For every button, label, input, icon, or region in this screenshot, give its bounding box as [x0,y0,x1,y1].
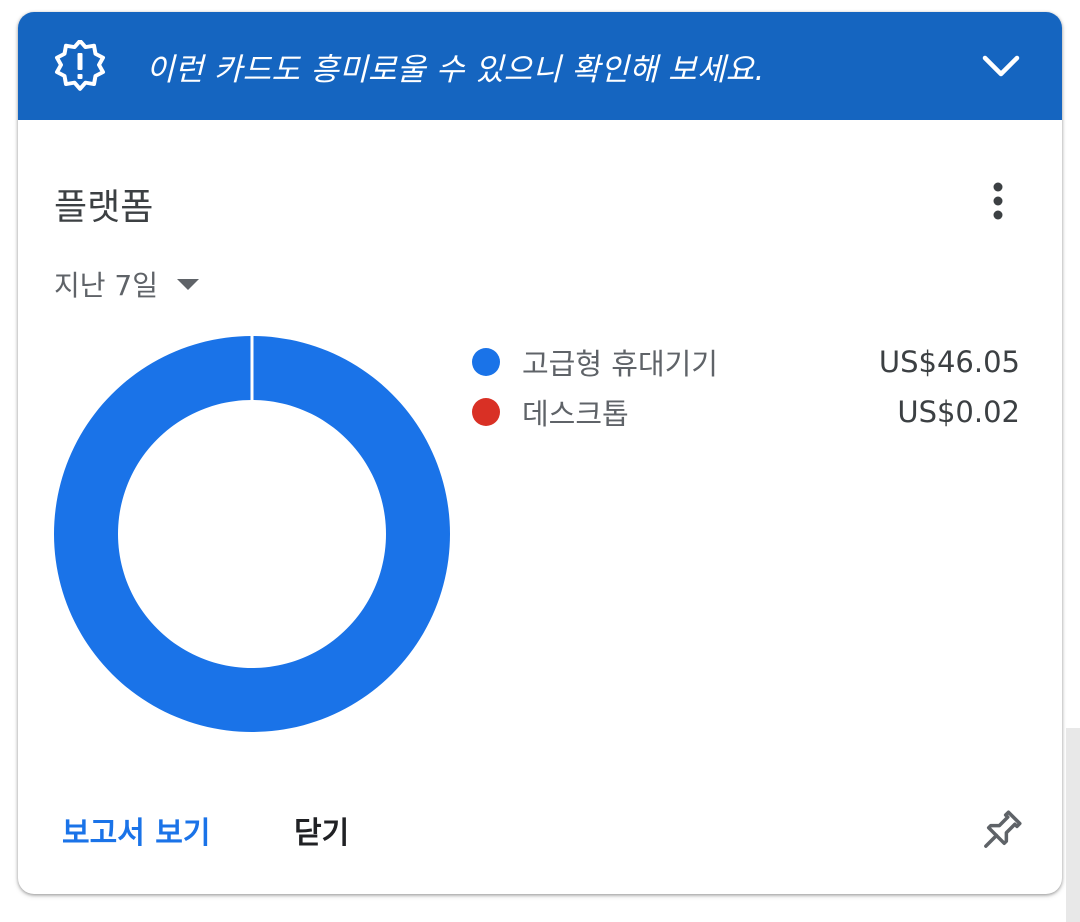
legend-value: US$0.02 [897,395,1020,429]
chevron-down-icon[interactable] [980,48,1022,84]
legend-value: US$46.05 [878,345,1020,379]
more-vert-icon[interactable] [980,180,1016,224]
alert-badge-icon [55,40,105,91]
view-report-button[interactable]: 보고서 보기 [62,808,210,852]
legend-swatch [472,398,500,426]
legend-label: 고급형 휴대기기 [522,347,718,381]
platform-donut-chart [53,335,450,732]
legend-label: 데스크톱 [522,397,629,431]
legend-swatch [472,348,500,376]
dropdown-arrow-icon [177,279,199,290]
legend-item: 고급형 휴대기기 US$46.05 [472,340,1020,384]
card-title: 플랫폼 [54,187,154,228]
pin-icon[interactable] [974,806,1026,858]
scrollbar-track[interactable] [1066,728,1080,922]
banner-message: 이런 카드도 흥미로울 수 있으니 확인해 보세요. [146,52,765,88]
platform-card: 이런 카드도 흥미로울 수 있으니 확인해 보세요. 플랫폼 지난 7일 고급형… [18,12,1062,894]
date-range-dropdown[interactable]: 지난 7일 [54,264,200,304]
legend-item: 데스크톱 US$0.02 [472,390,1020,434]
close-button[interactable]: 닫기 [294,808,349,852]
date-range-label: 지난 7일 [54,269,158,302]
suggestion-banner[interactable]: 이런 카드도 흥미로울 수 있으니 확인해 보세요. [18,12,1062,120]
